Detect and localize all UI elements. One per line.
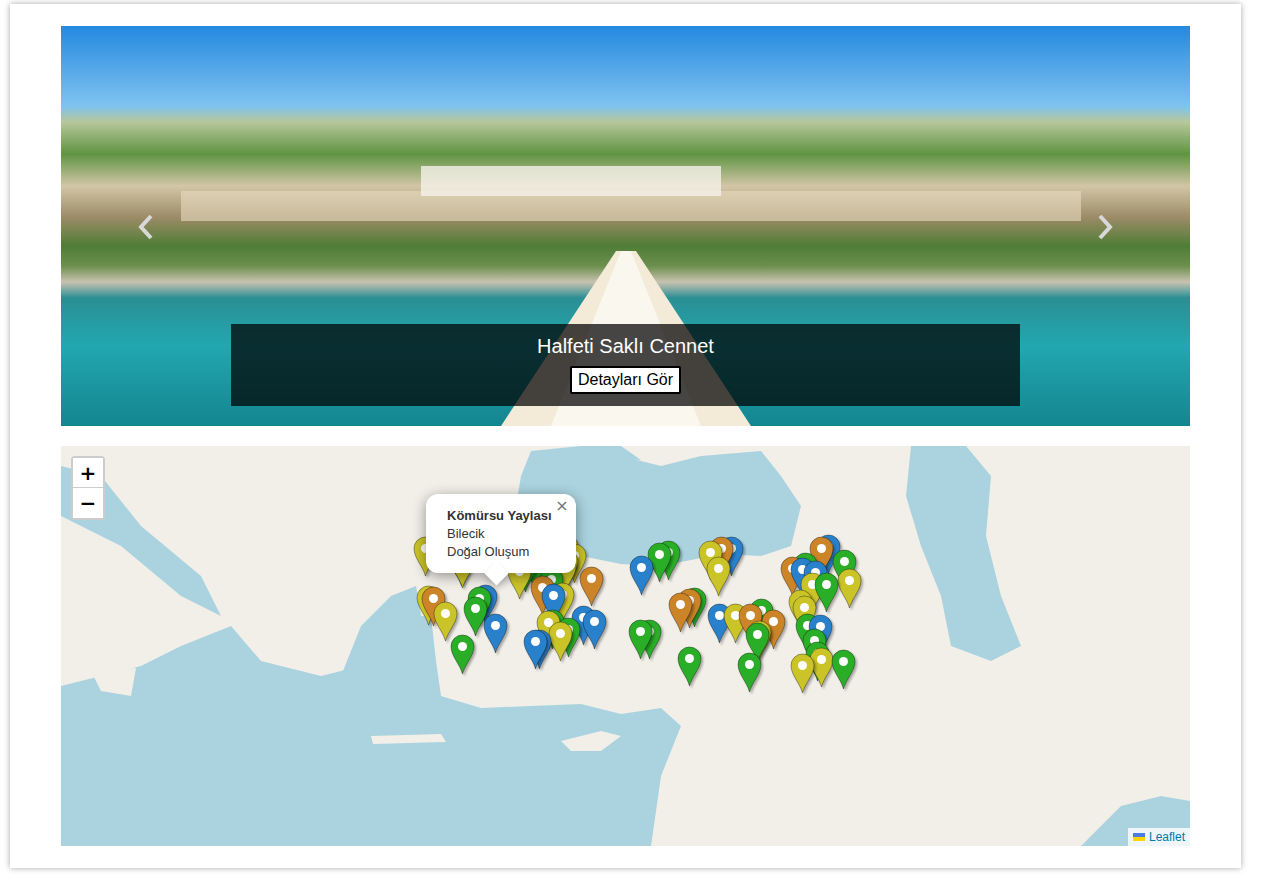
- map-marker[interactable]: [450, 634, 475, 675]
- slide-caption: Halfeti Saklı Cennet Detayları Gör: [231, 324, 1020, 406]
- map-marker[interactable]: [837, 568, 862, 609]
- popup-title: Kömürsu Yaylası: [447, 507, 556, 525]
- marker-pin-icon[interactable]: [837, 568, 862, 609]
- map-marker[interactable]: [629, 555, 654, 596]
- ukraine-flag-icon: [1133, 833, 1145, 841]
- map-marker[interactable]: [737, 652, 762, 693]
- map-marker[interactable]: [628, 619, 653, 660]
- page: Halfeti Saklı Cennet Detayları Gör +− ×Kömü…: [0, 0, 1269, 880]
- map-marker[interactable]: [814, 572, 839, 613]
- marker-pin-icon[interactable]: [628, 619, 653, 660]
- marker-pin-icon[interactable]: [790, 653, 815, 694]
- map-marker[interactable]: [523, 629, 548, 670]
- marker-pin-icon[interactable]: [579, 566, 604, 607]
- popup-city: Bilecik: [447, 525, 556, 543]
- marker-pin-icon[interactable]: [629, 555, 654, 596]
- marker-pin-icon[interactable]: [450, 634, 475, 675]
- marker-pin-icon[interactable]: [582, 609, 607, 650]
- map-marker[interactable]: [579, 566, 604, 607]
- marker-pin-icon[interactable]: [706, 556, 731, 597]
- map-marker[interactable]: [668, 592, 693, 633]
- zoom-control: +−: [71, 456, 105, 520]
- marker-pin-icon[interactable]: [737, 652, 762, 693]
- marker-pin-icon[interactable]: [463, 596, 488, 637]
- zoom-in-button[interactable]: +: [73, 458, 103, 488]
- marker-popup: ×Kömürsu YaylasıBilecikDoğal Oluşum: [426, 494, 576, 573]
- slide-title: Halfeti Saklı Cennet: [537, 334, 714, 358]
- map-marker[interactable]: [582, 609, 607, 650]
- map-marker[interactable]: [433, 601, 458, 642]
- map[interactable]: +− ×Kömürsu YaylasıBilecikDoğal Oluşum Lea…: [61, 446, 1190, 846]
- content-card: Halfeti Saklı Cennet Detayları Gör +− ×Kömü…: [10, 4, 1241, 868]
- map-attribution: Leaflet: [1128, 828, 1190, 846]
- next-arrow-icon[interactable]: [1095, 212, 1115, 242]
- carousel[interactable]: Halfeti Saklı Cennet Detayları Gör: [61, 26, 1190, 426]
- map-marker[interactable]: [677, 646, 702, 687]
- map-tiles: [61, 446, 1190, 846]
- map-marker[interactable]: [706, 556, 731, 597]
- marker-pin-icon[interactable]: [814, 572, 839, 613]
- leaflet-link[interactable]: Leaflet: [1149, 829, 1185, 845]
- marker-pin-icon[interactable]: [677, 646, 702, 687]
- zoom-out-button[interactable]: −: [73, 488, 103, 518]
- marker-pin-icon[interactable]: [483, 613, 508, 654]
- marker-pin-icon[interactable]: [831, 649, 856, 690]
- marker-pin-icon[interactable]: [548, 621, 573, 662]
- popup-close-button[interactable]: ×: [552, 496, 572, 516]
- map-marker[interactable]: [483, 613, 508, 654]
- map-marker[interactable]: [831, 649, 856, 690]
- details-button[interactable]: Detayları Gör: [570, 366, 681, 394]
- map-marker[interactable]: [790, 653, 815, 694]
- map-marker[interactable]: [463, 596, 488, 637]
- slide-photo: Halfeti Saklı Cennet Detayları Gör: [61, 26, 1190, 426]
- marker-pin-icon[interactable]: [668, 592, 693, 633]
- marker-pin-icon[interactable]: [523, 629, 548, 670]
- map-marker[interactable]: [548, 621, 573, 662]
- prev-arrow-icon[interactable]: [136, 212, 156, 242]
- popup-category: Doğal Oluşum: [447, 543, 556, 561]
- marker-pin-icon[interactable]: [433, 601, 458, 642]
